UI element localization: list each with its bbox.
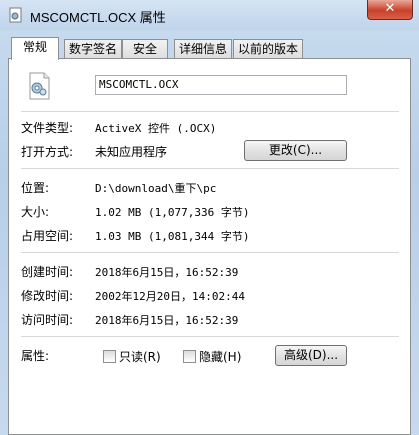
tab-general[interactable]: 常规 — [11, 37, 59, 60]
tab-previous-versions[interactable]: 以前的版本 — [233, 39, 303, 58]
properties-dialog: 常规 数字签名 安全 详细信息 以前的版本 MSCOMCTL.OCX 文件类型:… — [8, 37, 411, 435]
filename-field[interactable]: MSCOMCTL.OCX — [95, 75, 347, 95]
readonly-label[interactable]: 只读(R) — [119, 348, 161, 365]
file-type-label: 文件类型: — [21, 121, 74, 135]
hidden-label[interactable]: 隐藏(H) — [199, 348, 241, 365]
separator — [21, 336, 399, 337]
modified-label: 修改时间: — [21, 289, 74, 303]
tab-security[interactable]: 安全 — [122, 39, 168, 58]
size-on-disk-value: 1.03 MB (1,081,344 字节) — [95, 230, 250, 243]
tab-details[interactable]: 详细信息 — [174, 39, 232, 58]
size-value: 1.02 MB (1,077,336 字节) — [95, 206, 250, 219]
hidden-checkbox[interactable] — [183, 350, 196, 363]
accessed-value: 2018年6月15日，16:52:39 — [95, 314, 239, 327]
general-panel: MSCOMCTL.OCX 文件类型: ActiveX 控件 (.OCX) 打开方… — [8, 58, 411, 435]
file-properties-icon — [9, 7, 22, 23]
separator — [21, 168, 399, 169]
change-button[interactable]: 更改(C)... — [244, 140, 347, 161]
accessed-label: 访问时间: — [21, 313, 74, 327]
window-title: MSCOMCTL.OCX 属性 — [30, 10, 166, 25]
title-bar[interactable]: MSCOMCTL.OCX 属性 ✕ — [0, 0, 419, 30]
opens-with-value: 未知应用程序 — [95, 145, 168, 159]
size-on-disk-label: 占用空间: — [21, 229, 74, 243]
separator — [21, 111, 399, 112]
tab-digital-signatures[interactable]: 数字签名 — [64, 39, 122, 58]
advanced-button[interactable]: 高级(D)... — [275, 345, 347, 366]
tab-strip: 常规 数字签名 安全 详细信息 以前的版本 — [8, 37, 411, 60]
size-label: 大小: — [21, 205, 50, 219]
attributes-label: 属性: — [21, 349, 50, 363]
location-value: D:\download\重下\pc — [95, 182, 217, 195]
opens-with-label: 打开方式: — [21, 145, 74, 159]
created-value: 2018年6月15日，16:52:39 — [95, 266, 239, 279]
ocx-file-icon — [29, 72, 50, 100]
created-label: 创建时间: — [21, 265, 74, 279]
readonly-checkbox[interactable] — [103, 350, 116, 363]
modified-value: 2002年12月20日，14:02:44 — [95, 290, 245, 303]
separator — [21, 252, 399, 253]
file-type-value: ActiveX 控件 (.OCX) — [95, 122, 217, 135]
close-button[interactable]: ✕ — [367, 0, 413, 20]
location-label: 位置: — [21, 181, 50, 195]
